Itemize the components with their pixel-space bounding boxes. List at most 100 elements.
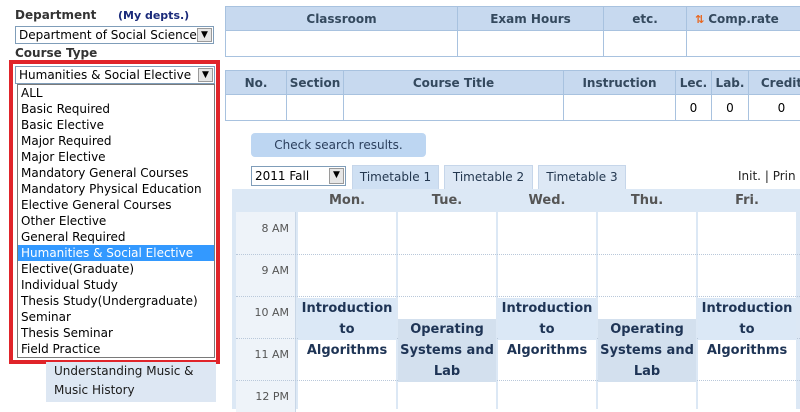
init-link[interactable]: Init. <box>738 169 761 183</box>
day-header-mon: Mon. <box>298 192 396 210</box>
department-select[interactable]: Department of Social Science ▼ <box>15 26 214 44</box>
time-label: 9 AM <box>261 264 289 277</box>
dropdown-option[interactable]: Mandatory General Courses <box>18 165 214 181</box>
cell-instruction <box>564 95 676 121</box>
hour-divider <box>236 254 800 255</box>
swap-arrows-icon[interactable]: ⇅ <box>695 13 704 26</box>
my-depts-link[interactable]: (My depts.) <box>118 9 189 22</box>
dropdown-option[interactable]: ALL <box>18 85 214 101</box>
course-type-dropdown-list: ALL Basic Required Basic Elective Major … <box>17 84 215 358</box>
department-label: Department <box>15 8 96 22</box>
dropdown-option[interactable]: Other Elective <box>18 213 214 229</box>
hour-divider <box>236 296 800 297</box>
header-classroom: Classroom <box>226 7 458 31</box>
cell-section <box>287 95 344 121</box>
day-column-tue[interactable] <box>398 212 496 412</box>
dropdown-option[interactable]: Major Elective <box>18 149 214 165</box>
time-column: 8 AM 9 AM 10 AM 11 AM 12 PM <box>236 212 296 412</box>
course-title-line: Operating <box>398 319 496 340</box>
header-no: No. <box>226 71 287 95</box>
course-title-line: Lab <box>398 361 496 382</box>
chevron-down-icon[interactable]: ▼ <box>198 68 213 82</box>
course-title-line: Systems and <box>398 340 496 361</box>
header-lec: Lec. <box>676 71 712 95</box>
course-title-line: Operating <box>598 319 696 340</box>
chevron-down-icon[interactable]: ▼ <box>197 28 212 42</box>
course-title-line: Introduction <box>698 298 796 319</box>
separator: | <box>765 169 769 183</box>
subject-name-line2: Music History <box>54 381 216 400</box>
dropdown-option[interactable]: Thesis Study(Undergraduate) <box>18 293 214 309</box>
tab-timetable-1[interactable]: Timetable 1 <box>352 165 439 189</box>
table-row: 0 0 0 <box>226 95 800 121</box>
term-select-value: 2011 Fall <box>255 169 309 183</box>
time-label: 8 AM <box>261 222 289 235</box>
header-course-title: Course Title <box>344 71 564 95</box>
tab-timetable-2[interactable]: Timetable 2 <box>444 165 533 189</box>
day-header-tue: Tue. <box>398 192 496 210</box>
course-block-wed[interactable]: Introduction to Algorithms <box>498 298 596 340</box>
cell-lec: 0 <box>676 95 712 121</box>
dropdown-option[interactable]: Field Practice <box>18 341 214 357</box>
hour-divider <box>236 380 800 381</box>
dropdown-option-selected[interactable]: Humanities & Social Elective <box>18 245 214 261</box>
dropdown-option[interactable]: Major Required <box>18 133 214 149</box>
cell-classroom <box>226 31 458 57</box>
header-section: Section <box>287 71 344 95</box>
day-column-thu[interactable] <box>598 212 696 412</box>
dropdown-option[interactable]: Basic Elective <box>18 117 214 133</box>
course-title-line: Lab <box>598 361 696 382</box>
course-title-line: Introduction <box>298 298 396 319</box>
timetable-actions: Init. | Prin <box>738 169 796 183</box>
course-title-line: to Algorithms <box>698 319 796 361</box>
course-block-fri[interactable]: Introduction to Algorithms <box>698 298 796 340</box>
comp-rate-label: Comp.rate <box>708 12 779 26</box>
subject-list-item[interactable]: Understanding Music & Music History <box>46 362 216 402</box>
header-lab: Lab. <box>712 71 749 95</box>
cell-lab: 0 <box>712 95 749 121</box>
course-type-label: Course Type <box>15 46 97 60</box>
cell-course-title <box>344 95 564 121</box>
course-block-thu[interactable]: Operating Systems and Lab <box>598 319 696 382</box>
summary-table: Classroom Exam Hours etc. ⇅ Comp.rate <box>225 6 800 57</box>
department-select-value: Department of Social Science <box>19 28 197 42</box>
day-header-thu: Thu. <box>598 192 696 210</box>
dropdown-option[interactable]: General Required <box>18 229 214 245</box>
dropdown-option[interactable]: Basic Required <box>18 101 214 117</box>
course-type-select-value: Humanities & Social Elective <box>19 68 191 82</box>
cell-credit: 0 <box>749 95 800 121</box>
header-comp-rate[interactable]: ⇅ Comp.rate <box>687 7 800 31</box>
course-table: No. Section Course Title Instruction Lec… <box>225 70 800 121</box>
header-credit: Credit <box>749 71 800 95</box>
course-title-line: Introduction <box>498 298 596 319</box>
cell-no <box>226 95 287 121</box>
course-title-line: to Algorithms <box>498 319 596 361</box>
subject-name-line1: Understanding Music & <box>54 362 216 381</box>
day-header-fri: Fri. <box>698 192 796 210</box>
term-select[interactable]: 2011 Fall ▼ <box>251 166 346 186</box>
course-block-tue[interactable]: Operating Systems and Lab <box>398 319 496 382</box>
course-block-mon[interactable]: Introduction to Algorithms <box>298 298 396 340</box>
header-instruction: Instruction <box>564 71 676 95</box>
dropdown-option[interactable]: Individual Study <box>18 277 214 293</box>
time-label: 12 PM <box>255 390 289 403</box>
chevron-down-icon[interactable]: ▼ <box>329 168 344 184</box>
course-type-select[interactable]: Humanities & Social Elective ▼ <box>15 66 215 84</box>
dropdown-option[interactable]: Mandatory Physical Education <box>18 181 214 197</box>
course-title-line: to Algorithms <box>298 319 396 361</box>
check-search-results-button[interactable]: Check search results. <box>251 133 426 157</box>
tab-timetable-3[interactable]: Timetable 3 <box>538 165 626 189</box>
dropdown-option[interactable]: Seminar <box>18 309 214 325</box>
header-etc: etc. <box>604 7 687 31</box>
time-label: 11 AM <box>254 348 289 361</box>
print-link[interactable]: Prin <box>773 169 796 183</box>
cell-comp-rate <box>687 31 800 57</box>
cell-etc <box>604 31 687 57</box>
day-header-wed: Wed. <box>498 192 596 210</box>
header-exam-hours: Exam Hours <box>458 7 604 31</box>
dropdown-option[interactable]: Elective(Graduate) <box>18 261 214 277</box>
dropdown-option[interactable]: Elective General Courses <box>18 197 214 213</box>
time-label: 10 AM <box>254 306 289 319</box>
cell-exam-hours <box>458 31 604 57</box>
dropdown-option[interactable]: Thesis Seminar <box>18 325 214 341</box>
